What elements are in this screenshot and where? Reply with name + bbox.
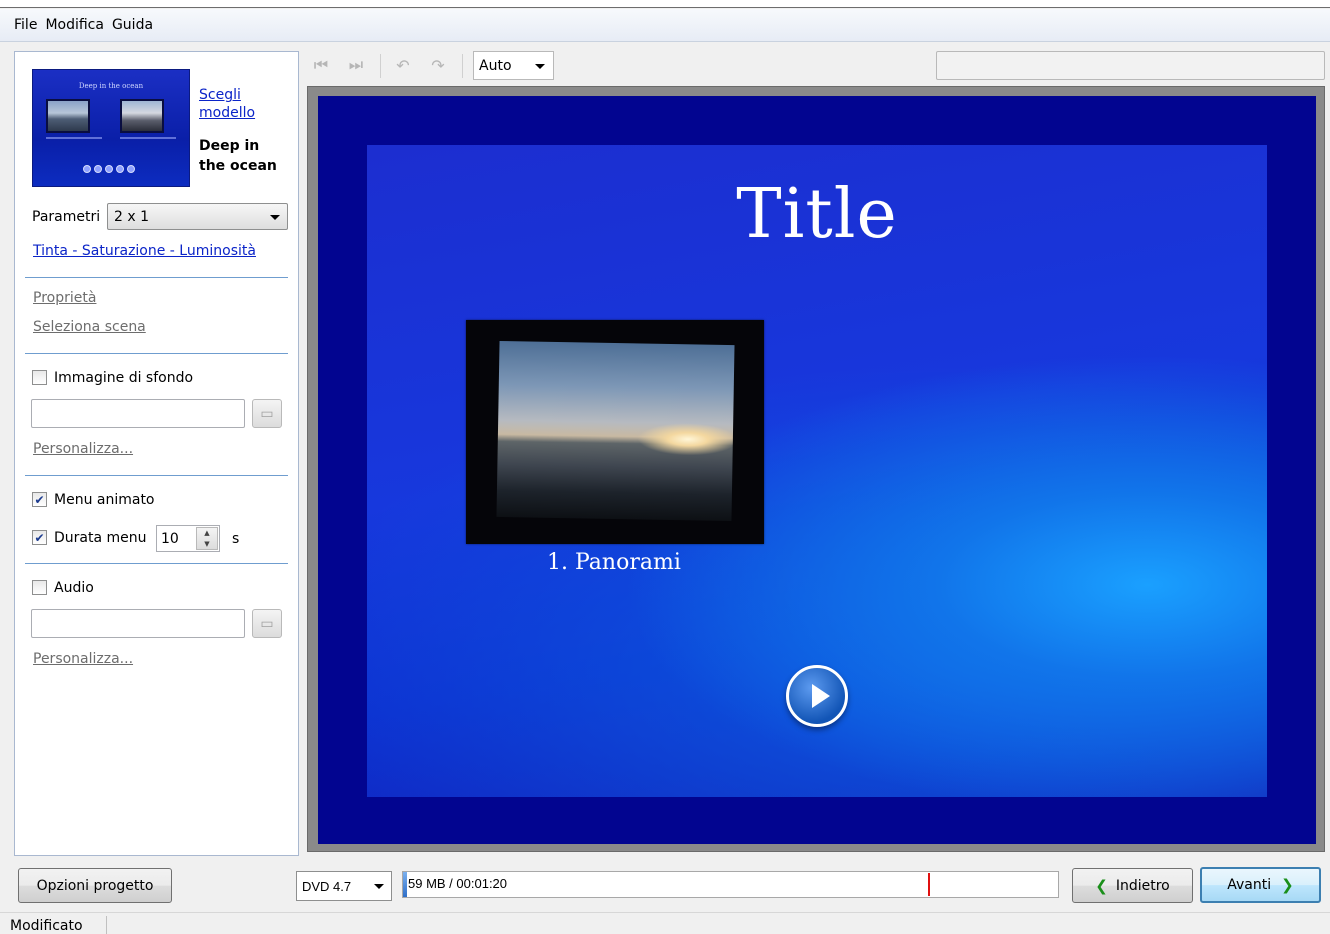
checkmark-icon: ✔ [34,492,45,507]
params-select[interactable]: 2 x 1 [107,203,288,230]
disc-usage-text: 59 MB / 00:01:20 [408,876,508,891]
toolbar-separator [462,54,463,78]
project-options-button[interactable]: Opzioni progetto [18,868,172,903]
background-browse-button[interactable]: ▭ [252,399,282,428]
chapter-caption[interactable]: 1. Panorami [547,550,681,575]
chevron-left-icon: ❮ [1095,876,1108,895]
chevron-down-icon [270,215,280,220]
audio-checkbox[interactable] [32,580,47,595]
choose-template-link[interactable]: Scegli modello [199,86,279,122]
hue-saturation-link[interactable]: Tinta - Saturazione - Luminosità [33,243,256,259]
next-icon[interactable]: ⏭ [345,54,367,76]
chevron-right-icon: ❯ [1281,876,1294,894]
properties-link[interactable]: Proprietà [33,290,96,306]
undo-icon[interactable]: ↶ [392,54,414,76]
chevron-down-icon [535,64,545,69]
previous-icon[interactable]: ⏮ [310,54,332,76]
divider [25,353,288,354]
template-thumbnail-title: Deep in the ocean [78,82,144,90]
select-scene-link[interactable]: Seleziona scena [33,319,146,335]
next-button[interactable]: Avanti ❯ [1200,867,1321,903]
menu-background: Title 1. Panorami [367,145,1267,797]
chapter-thumbnail-image [496,340,735,522]
menu-duration-spinner[interactable]: ▲ ▼ [196,527,218,550]
menu-guida[interactable]: Guida [108,17,157,33]
background-image-path-input[interactable] [31,399,245,428]
zoom-select[interactable]: Auto [473,51,554,80]
animated-menu-checkbox[interactable]: ✔ [32,492,47,507]
redo-icon[interactable]: ↷ [427,54,449,76]
divider [25,475,288,476]
chapter-thumbnail[interactable] [466,320,764,544]
play-button[interactable] [786,665,848,727]
disc-usage-bar: 59 MB / 00:01:20 [402,871,1059,898]
divider [25,277,288,278]
menu-modifica[interactable]: Modifica [41,17,108,33]
background-image-label: Immagine di sfondo [54,370,194,386]
menu-preview-frame: Title 1. Panorami [307,86,1325,852]
params-label: Parametri [32,209,101,225]
checkmark-icon: ✔ [34,530,45,545]
window-top-edge [0,0,1330,8]
audio-browse-button[interactable]: ▭ [252,609,282,638]
zoom-select-value: Auto [479,57,512,74]
status-separator [106,916,107,934]
animated-menu-label: Menu animato [54,492,155,508]
folder-icon: ▭ [260,405,274,422]
template-thumbnail[interactable]: Deep in the ocean [32,69,190,187]
template-thumbnail-caption [120,137,176,139]
settings-panel: Deep in the ocean Scegli modello Deep in… [14,51,299,856]
template-thumbnail-picture [120,99,164,133]
menu-duration-checkbox[interactable]: ✔ [32,530,47,545]
background-customize-link[interactable]: Personalizza... [33,441,133,457]
background-image-checkbox[interactable] [32,370,47,385]
menu-duration-unit: s [232,531,240,547]
template-thumbnail-nav-buttons [83,165,135,173]
disc-type-value: DVD 4.7 [302,878,352,894]
back-button-label: Indietro [1115,877,1170,894]
divider [25,563,288,564]
next-button-label: Avanti [1227,877,1272,893]
folder-icon: ▭ [260,615,274,632]
disc-capacity-marker [928,873,930,896]
template-thumbnail-picture [46,99,90,133]
toolbar-separator [380,54,381,78]
status-bar: Modificato [0,912,1330,934]
play-icon [812,684,830,708]
menu-duration-input[interactable]: 10 ▲ ▼ [156,525,220,552]
template-thumbnail-caption [46,137,102,139]
disc-usage-fill [403,872,407,897]
chevron-down-icon [374,884,384,889]
params-select-value: 2 x 1 [114,208,149,225]
menu-preview: Title 1. Panorami [318,96,1316,844]
disc-type-select[interactable]: DVD 4.7 [296,871,392,901]
menubar: File Modifica Guida [0,9,1330,42]
menu-duration-label: Durata menu [54,530,147,546]
back-button[interactable]: ❮ Indietro [1072,868,1193,903]
menu-title[interactable]: Title [367,175,1267,254]
template-name: Deep in the ocean [199,138,277,174]
menu-file[interactable]: File [10,17,41,33]
audio-path-input[interactable] [31,609,245,638]
toolbar-text-field[interactable] [936,51,1325,80]
status-text: Modificato [10,918,83,934]
audio-label: Audio [54,580,94,596]
audio-customize-link[interactable]: Personalizza... [33,651,133,667]
menu-duration-value: 10 [161,530,179,547]
